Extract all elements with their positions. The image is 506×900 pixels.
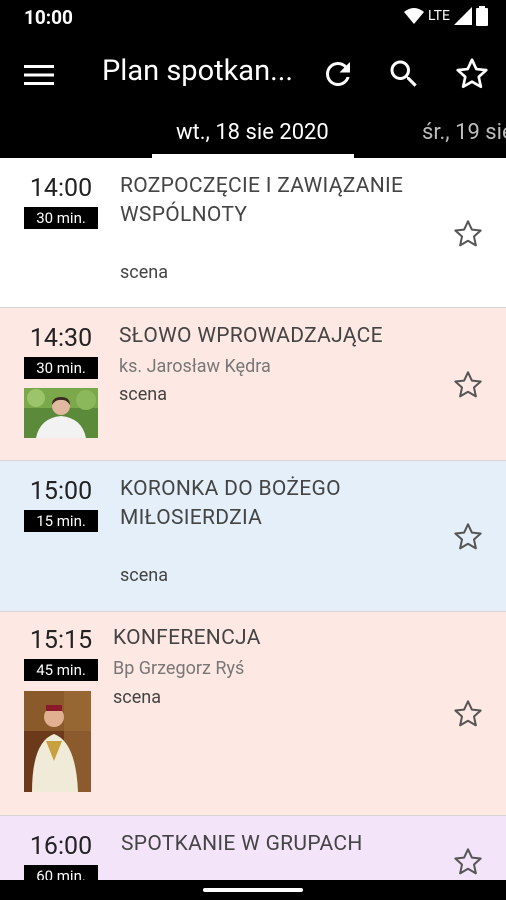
event-item[interactable]: 14:00 30 min. ROZPOCZĘCIE I ZAWIĄZANIE W… (0, 158, 506, 308)
event-venue: scena (113, 687, 161, 708)
event-time: 16:00 (29, 832, 93, 861)
star-icon[interactable] (452, 698, 484, 730)
signal-icon (454, 7, 472, 25)
date-tabs: wt., 18 sie 2020 śr., 19 sie (0, 116, 506, 158)
event-venue: scena (120, 262, 168, 283)
star-icon[interactable] (452, 218, 484, 250)
refresh-icon[interactable] (320, 56, 356, 92)
event-title: KORONKA DO BOŻEGO MIŁOSIERDZIA (120, 477, 341, 530)
event-duration: 15 min. (24, 510, 98, 532)
event-speaker: Bp Grzegorz Ryś (113, 658, 245, 679)
event-title: ROZPOCZĘCIE I ZAWIĄZANIE WSPÓLNOTY (120, 174, 404, 227)
tab-date-2[interactable]: śr., 19 sie (422, 120, 506, 145)
status-icons: LTE (404, 6, 488, 26)
search-icon[interactable] (386, 56, 422, 92)
network-label: LTE (428, 8, 450, 24)
page-title: Plan spotkan... (102, 54, 294, 88)
event-item[interactable]: 15:00 15 min. KORONKA DO BOŻEGO MIŁOSIER… (0, 461, 506, 612)
event-speaker: ks. Jarosław Kędra (119, 356, 271, 377)
star-icon[interactable] (452, 369, 484, 401)
star-icon[interactable] (452, 521, 484, 553)
event-time: 14:00 (29, 174, 93, 203)
event-duration: 30 min. (24, 357, 98, 379)
status-bar: 10:00 LTE (0, 0, 506, 34)
event-duration: 30 min. (24, 207, 98, 229)
menu-icon[interactable] (24, 62, 54, 88)
tab-date-1[interactable]: wt., 18 sie 2020 (176, 120, 329, 145)
event-title: KONFERENCJA (113, 626, 261, 650)
favorites-star-icon[interactable] (454, 56, 490, 92)
speaker-photo (24, 691, 91, 792)
event-time: 15:15 (29, 626, 93, 655)
wifi-icon (404, 8, 425, 24)
event-item[interactable]: 15:15 45 min. KONFERENCJA Bp Grzegorz Ry… (0, 612, 506, 816)
event-duration: 60 min. (24, 865, 98, 880)
event-title: SPOTKANIE W GRUPACH (121, 832, 363, 856)
star-icon[interactable] (452, 846, 484, 878)
event-time: 15:00 (29, 477, 93, 506)
speaker-photo (24, 388, 98, 438)
event-time: 14:30 (29, 324, 93, 353)
app-bar: Plan spotkan... (0, 34, 506, 116)
event-venue: scena (120, 565, 168, 586)
battery-icon (476, 6, 488, 26)
event-item[interactable]: 16:00 60 min. SPOTKANIE W GRUPACH (0, 816, 506, 880)
event-item[interactable]: 14:30 30 min. SŁOWO WPROWADZAJĄCE ks. Ja… (0, 308, 506, 461)
event-duration: 45 min. (24, 659, 98, 681)
event-title: SŁOWO WPROWADZAJĄCE (119, 324, 383, 348)
home-gesture-handle[interactable] (203, 888, 303, 892)
status-time: 10:00 (24, 6, 73, 29)
system-nav-bar (0, 880, 506, 900)
event-venue: scena (119, 384, 167, 405)
event-list: 14:00 30 min. ROZPOCZĘCIE I ZAWIĄZANIE W… (0, 158, 506, 880)
